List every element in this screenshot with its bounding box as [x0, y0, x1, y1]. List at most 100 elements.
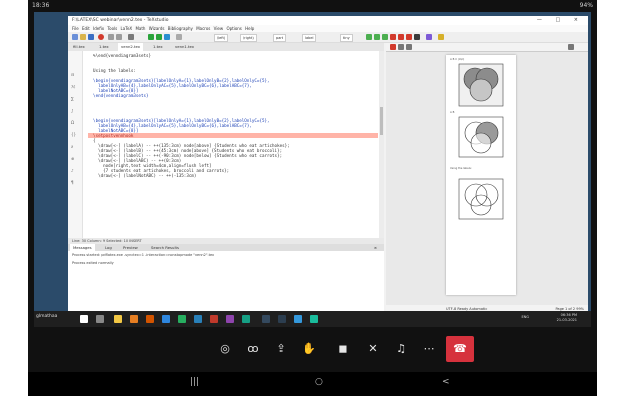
menu-help[interactable]: Help	[245, 26, 254, 31]
camera-off-icon[interactable]: ◼	[334, 340, 352, 358]
language-indicator[interactable]: ENG	[521, 315, 529, 319]
menu-view[interactable]: View	[214, 26, 224, 31]
menu-macros[interactable]: Macros	[196, 26, 210, 31]
tab-messages[interactable]: Messages	[70, 244, 95, 251]
tab-1[interactable]: 1.tex	[96, 43, 112, 51]
gutter-mark[interactable]: ∂	[71, 141, 82, 153]
app-icon[interactable]	[178, 315, 186, 323]
window-controls[interactable]: — □ ×	[537, 16, 584, 25]
menu-bar[interactable]: File Edit Idefix Tools LaTeX Math Wizard…	[68, 25, 588, 32]
cut-icon[interactable]	[128, 34, 134, 40]
menu-bibliography[interactable]: Bibliography	[168, 26, 193, 31]
menu-idefix[interactable]: Idefix	[93, 26, 104, 31]
pdf-sync-icon[interactable]	[390, 44, 396, 50]
math-mode-icon[interactable]	[426, 34, 432, 40]
app-icon[interactable]	[146, 315, 154, 323]
label-select[interactable]: label	[302, 34, 317, 42]
italic-icon[interactable]	[374, 34, 380, 40]
redo-icon[interactable]	[116, 34, 122, 40]
pdf-page[interactable]: A B C (A\C) A B Using the labels:	[446, 55, 516, 295]
gutter-mark[interactable]: ♪	[71, 165, 82, 177]
tab-log[interactable]: Log	[102, 244, 115, 251]
gutter-mark[interactable]: ℳ	[71, 81, 82, 93]
people-icon[interactable]: ꝏ	[244, 340, 262, 358]
more-icon[interactable]: ⋯	[420, 340, 438, 358]
gutter-mark[interactable]: ⊟	[71, 69, 82, 81]
align-center-icon[interactable]	[398, 34, 404, 40]
gutter-mark[interactable]: Ω	[71, 117, 82, 129]
align-left-icon[interactable]	[390, 34, 396, 40]
participant-name: glmathaa	[36, 314, 58, 319]
save-icon[interactable]	[88, 34, 94, 40]
menu-edit[interactable]: Edit	[82, 26, 90, 31]
underline-icon[interactable]	[382, 34, 388, 40]
page-icon[interactable]	[406, 44, 412, 50]
file-explorer-icon[interactable]	[114, 315, 122, 323]
part-select[interactable]: part	[273, 34, 287, 42]
gutter-mark[interactable]: ⊕	[71, 153, 82, 165]
back-icon[interactable]: <	[442, 377, 450, 387]
bold-icon[interactable]	[366, 34, 372, 40]
editor-scrollbar[interactable]	[379, 51, 384, 238]
menu-options[interactable]: Options	[226, 26, 241, 31]
app-icon[interactable]	[242, 315, 250, 323]
start-icon[interactable]	[80, 315, 88, 323]
gutter-mark[interactable]: ∫	[71, 105, 82, 117]
undo-icon[interactable]	[108, 34, 114, 40]
app-icon[interactable]	[294, 315, 302, 323]
taskbar-clock[interactable]: 06:36 PM 21-03-2021	[557, 313, 577, 323]
gutter-mark[interactable]: {}	[71, 129, 82, 141]
tab-venn2[interactable]: venn2.tex	[118, 43, 144, 51]
browser-icon[interactable]	[162, 315, 170, 323]
mic-off-icon[interactable]: ✕	[364, 340, 382, 358]
view-pdf-icon[interactable]	[164, 34, 170, 40]
shared-desktop: F:\LATEX\SC webinar\venn2.tex - TeXstudi…	[34, 12, 591, 327]
app-icon[interactable]	[262, 315, 270, 323]
task-view-icon[interactable]	[96, 315, 104, 323]
tab-1-second[interactable]: 1.tex	[150, 43, 166, 51]
pdf-window-icon[interactable]	[568, 44, 574, 50]
end-call-icon[interactable]: ☎	[446, 336, 474, 362]
menu-latex[interactable]: LaTeX	[121, 26, 133, 31]
newline-icon[interactable]	[414, 34, 420, 40]
left-bracket-select[interactable]: \left(	[214, 34, 229, 42]
open-file-icon[interactable]	[80, 34, 86, 40]
find-icon[interactable]	[176, 34, 182, 40]
chat-icon[interactable]: ◎	[216, 340, 234, 358]
menu-file[interactable]: File	[72, 26, 79, 31]
app-icon[interactable]	[278, 315, 286, 323]
tab-venn1[interactable]: venn1.tex	[172, 43, 197, 51]
audio-icon[interactable]: ♫	[392, 340, 410, 358]
right-bracket-select[interactable]: \right)	[240, 34, 257, 42]
pdf-toolbar	[386, 43, 588, 52]
home-icon[interactable]: ○	[315, 377, 323, 387]
delta-icon[interactable]	[438, 34, 444, 40]
hand-icon[interactable]: ✋	[300, 340, 318, 358]
build-run-icon[interactable]	[148, 34, 154, 40]
zoom-icon[interactable]	[398, 44, 404, 50]
app-icon[interactable]	[194, 315, 202, 323]
gutter-mark[interactable]: ∑	[71, 93, 82, 105]
scrollbar-thumb[interactable]	[380, 107, 383, 135]
app-icon[interactable]	[310, 315, 318, 323]
new-file-icon[interactable]	[72, 34, 78, 40]
share-icon[interactable]: ⇪	[272, 340, 290, 358]
code-editor[interactable]: ⊟ ℳ ∑ ∫ Ω {} ∂ ⊕ ♪ ¶ %\end{venndiagram3s…	[68, 51, 384, 238]
tab-fill[interactable]: fill.tex	[70, 43, 88, 51]
gutter-mark[interactable]: ¶	[71, 177, 82, 189]
font-size-select[interactable]: tiny	[340, 34, 353, 42]
tab-search-results[interactable]: Search Results	[148, 244, 182, 251]
align-right-icon[interactable]	[406, 34, 412, 40]
close-messages-icon[interactable]: ×	[371, 244, 380, 251]
menu-tools[interactable]: Tools	[107, 26, 117, 31]
menu-wizards[interactable]: Wizards	[149, 26, 165, 31]
app-icon[interactable]	[210, 315, 218, 323]
menu-math[interactable]: Math	[135, 26, 145, 31]
stop-icon[interactable]	[98, 34, 104, 40]
pdf-caption: A B	[450, 111, 455, 114]
app-icon[interactable]	[226, 315, 234, 323]
recents-icon[interactable]: |||	[190, 377, 199, 387]
compile-icon[interactable]	[156, 34, 162, 40]
app-icon[interactable]	[130, 315, 138, 323]
tab-preview[interactable]: Preview	[120, 244, 141, 251]
